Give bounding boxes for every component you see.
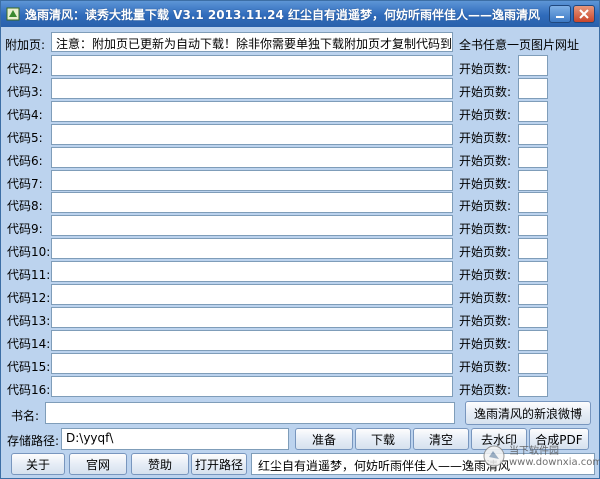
- code-input[interactable]: [51, 124, 453, 145]
- main-panel: 附加页: 注意：附加页已更新为自动下载！除非你需要单独下载附加页才复制代码到此 …: [1, 27, 600, 478]
- code-input[interactable]: [51, 147, 453, 168]
- path-label: 存储路径:: [7, 434, 60, 448]
- code-label: 代码12:: [7, 291, 51, 305]
- start-page-input[interactable]: [518, 238, 548, 259]
- code-label: 代码13:: [7, 314, 51, 328]
- watermark: 当下软件园 www.downxia.com: [483, 442, 600, 472]
- start-page-input[interactable]: [518, 307, 548, 328]
- start-page-label: 开始页数:: [459, 222, 512, 236]
- code-label: 代码9:: [7, 222, 43, 236]
- code-label: 代码11:: [7, 268, 51, 282]
- attach-side-label: 全书任意一页图片网址: [459, 38, 580, 52]
- code-input[interactable]: [51, 307, 453, 328]
- code-label: 代码4:: [7, 108, 43, 122]
- start-page-input[interactable]: [518, 261, 548, 282]
- start-page-input[interactable]: [518, 124, 548, 145]
- code-input[interactable]: [51, 215, 453, 236]
- download-button[interactable]: 下载: [355, 428, 411, 450]
- start-page-label: 开始页数:: [459, 291, 512, 305]
- code-input[interactable]: [51, 353, 453, 374]
- code-label: 代码8:: [7, 199, 43, 213]
- website-button[interactable]: 官网: [69, 453, 127, 475]
- prepare-button[interactable]: 准备: [295, 428, 353, 450]
- start-page-input[interactable]: [518, 330, 548, 351]
- start-page-input[interactable]: [518, 192, 548, 213]
- code-label: 代码5:: [7, 131, 43, 145]
- code-input[interactable]: [51, 101, 453, 122]
- code-label: 代码6:: [7, 154, 43, 168]
- code-label: 代码15:: [7, 360, 51, 374]
- start-page-input[interactable]: [518, 376, 548, 397]
- code-label: 代码10:: [7, 245, 51, 259]
- start-page-input[interactable]: [518, 353, 548, 374]
- start-page-label: 开始页数:: [459, 383, 512, 397]
- code-input[interactable]: [51, 78, 453, 99]
- book-name-input[interactable]: [45, 402, 455, 424]
- start-page-input[interactable]: [518, 284, 548, 305]
- watermark-line1: 当下软件园: [509, 446, 559, 457]
- code-input[interactable]: [51, 55, 453, 76]
- app-icon: [5, 6, 21, 22]
- weibo-button[interactable]: 逸雨清风的新浪微博: [465, 401, 591, 425]
- code-label: 代码14:: [7, 337, 51, 351]
- start-page-input[interactable]: [518, 55, 548, 76]
- close-icon[interactable]: [573, 5, 595, 23]
- open-path-button[interactable]: 打开路径: [191, 453, 247, 475]
- start-page-label: 开始页数:: [459, 85, 512, 99]
- watermark-logo-icon: [483, 445, 505, 470]
- code-input[interactable]: [51, 284, 453, 305]
- code-label: 代码16:: [7, 383, 51, 397]
- about-button[interactable]: 关于: [11, 453, 65, 475]
- start-page-label: 开始页数:: [459, 337, 512, 351]
- start-page-label: 开始页数:: [459, 62, 512, 76]
- start-page-label: 开始页数:: [459, 360, 512, 374]
- start-page-label: 开始页数:: [459, 268, 512, 282]
- window-title: 逸雨清风：读秀大批量下载 V3.1 2013.11.24 红尘自有逍遥梦，何妨听…: [25, 7, 540, 22]
- code-input[interactable]: [51, 330, 453, 351]
- start-page-input[interactable]: [518, 170, 548, 191]
- code-input[interactable]: [51, 170, 453, 191]
- attach-label: 附加页:: [5, 38, 46, 52]
- code-label: 代码7:: [7, 177, 43, 191]
- start-page-input[interactable]: [518, 147, 548, 168]
- donate-button[interactable]: 赞助: [131, 453, 189, 475]
- app-window: 逸雨清风：读秀大批量下载 V3.1 2013.11.24 红尘自有逍遥梦，何妨听…: [0, 0, 600, 479]
- minimize-icon[interactable]: [549, 5, 571, 23]
- start-page-label: 开始页数:: [459, 314, 512, 328]
- start-page-label: 开始页数:: [459, 245, 512, 259]
- code-input[interactable]: [51, 192, 453, 213]
- clear-button[interactable]: 清空: [413, 428, 469, 450]
- start-page-label: 开始页数:: [459, 199, 512, 213]
- start-page-label: 开始页数:: [459, 131, 512, 145]
- code-input[interactable]: [51, 238, 453, 259]
- start-page-input[interactable]: [518, 101, 548, 122]
- start-page-input[interactable]: [518, 78, 548, 99]
- path-input[interactable]: D:\yyqf\: [61, 428, 289, 450]
- code-input[interactable]: [51, 261, 453, 282]
- start-page-label: 开始页数:: [459, 108, 512, 122]
- code-label: 代码3:: [7, 85, 43, 99]
- book-label: 书名:: [11, 409, 40, 423]
- start-page-label: 开始页数:: [459, 154, 512, 168]
- attach-input[interactable]: 注意：附加页已更新为自动下载！除非你需要单独下载附加页才复制代码到此: [51, 32, 453, 52]
- watermark-line2: www.downxia.com: [509, 457, 600, 468]
- code-input[interactable]: [51, 376, 453, 397]
- title-bar[interactable]: 逸雨清风：读秀大批量下载 V3.1 2013.11.24 红尘自有逍遥梦，何妨听…: [1, 1, 599, 27]
- code-label: 代码2:: [7, 62, 43, 76]
- start-page-input[interactable]: [518, 215, 548, 236]
- start-page-label: 开始页数:: [459, 177, 512, 191]
